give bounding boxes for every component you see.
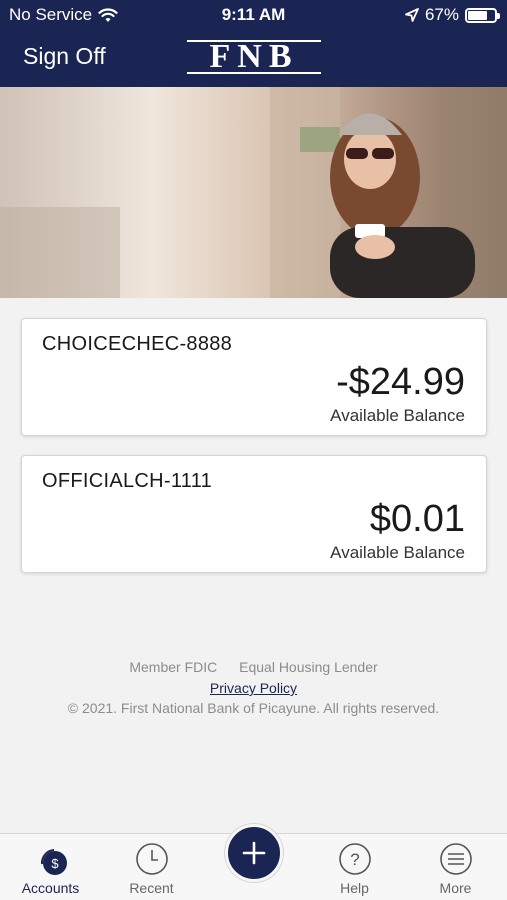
hero-image: [0, 87, 507, 298]
account-amount: $0.01: [369, 498, 465, 540]
equal-housing-lender: Equal Housing Lender: [239, 659, 378, 675]
account-card[interactable]: OFFICIALCH-1111 $0.01 Available Balance: [21, 455, 487, 573]
menu-icon: [439, 843, 472, 875]
available-balance-label: Available Balance: [330, 406, 465, 425]
account-name: CHOICECHEC-8888: [42, 333, 233, 355]
question-icon: ?: [338, 843, 371, 875]
account-card[interactable]: CHOICECHEC-8888 -$24.99 Available Balanc…: [21, 318, 487, 436]
tab-help[interactable]: ? Help: [304, 834, 405, 900]
hero-illustration: [0, 87, 507, 298]
status-bar: No Service 9:11 AM 67%: [0, 0, 507, 30]
account-name: OFFICIALCH-1111: [42, 470, 213, 492]
account-amount: -$24.99: [336, 361, 465, 403]
battery-percent: 67%: [424, 5, 459, 24]
copyright: © 2021. First National Bank of Picayune.…: [67, 700, 440, 716]
bank-logo: FNB: [187, 38, 321, 75]
tab-accounts[interactable]: $ Accounts: [0, 834, 101, 900]
available-balance-label: Available Balance: [330, 543, 465, 562]
top-bar: No Service 9:11 AM 67% Sign Off FNB: [0, 0, 507, 87]
location-arrow-icon: [405, 8, 419, 22]
sign-off-button[interactable]: Sign Off: [23, 43, 106, 70]
tab-label: Help: [340, 880, 369, 896]
svg-text:$: $: [51, 856, 59, 871]
add-button[interactable]: [225, 824, 283, 882]
dollar-icon: $: [40, 849, 67, 875]
privacy-policy-link[interactable]: Privacy Policy: [210, 680, 297, 696]
footer-disclosures: Member FDIC Equal Housing Lender: [0, 659, 507, 675]
member-fdic: Member FDIC: [129, 659, 218, 675]
battery-icon: [465, 7, 500, 23]
tab-recent[interactable]: Recent: [101, 834, 202, 900]
tab-label: Accounts: [21, 880, 80, 896]
tab-label: More: [439, 880, 472, 896]
tab-more[interactable]: More: [405, 834, 506, 900]
clock-icon: [135, 843, 168, 875]
plus-icon: [242, 841, 266, 865]
tab-label: Recent: [129, 880, 174, 896]
svg-text:?: ?: [350, 850, 359, 869]
